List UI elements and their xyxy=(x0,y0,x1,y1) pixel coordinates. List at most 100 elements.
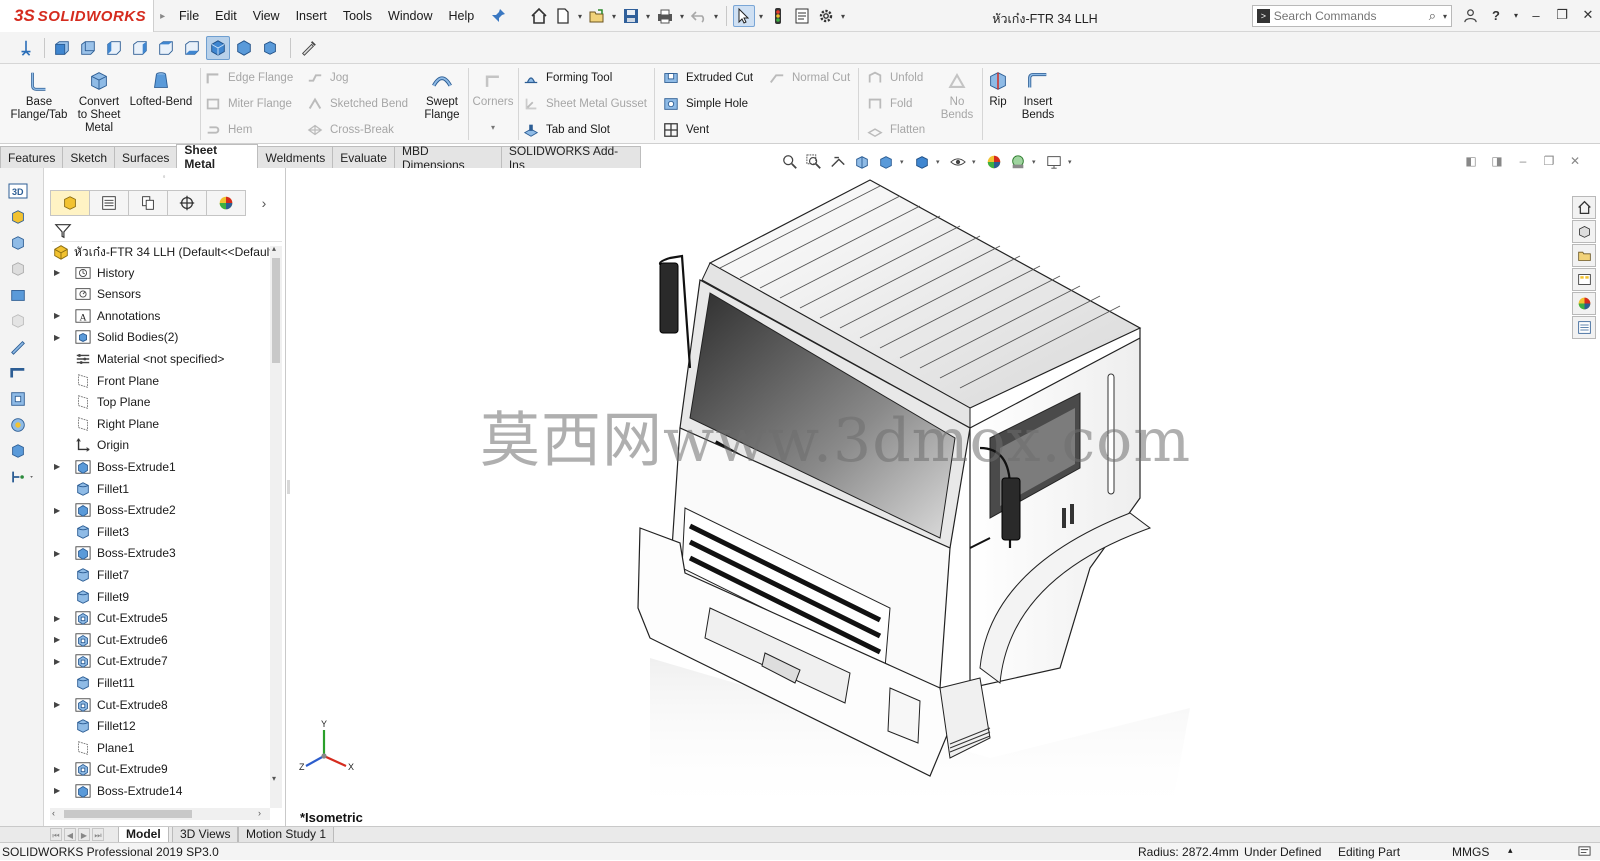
flatten-button[interactable]: Flatten xyxy=(866,120,925,140)
tab-3d-views[interactable]: 3D Views xyxy=(172,827,239,843)
view-selector-icon[interactable] xyxy=(296,36,320,60)
part-icon[interactable] xyxy=(6,232,30,254)
truck-cab-model[interactable] xyxy=(290,168,1600,826)
3d-icon[interactable]: 3D xyxy=(6,180,30,202)
configuration-manager-tab-icon[interactable] xyxy=(128,190,168,216)
swept-flange-button[interactable]: Swept Flange xyxy=(418,68,466,122)
menu-edit[interactable]: Edit xyxy=(208,5,244,27)
display-style-icon[interactable] xyxy=(912,152,932,172)
tree-item-top-plane[interactable]: Top Plane xyxy=(52,392,274,413)
print-icon[interactable] xyxy=(654,5,676,27)
tab-model[interactable]: Model xyxy=(118,827,169,843)
sketched-bend-button[interactable]: Sketched Bend xyxy=(306,94,408,114)
lofted-bend-button[interactable]: Lofted-Bend xyxy=(128,68,194,109)
tree-item-annotations[interactable]: ▶ A Annotations xyxy=(52,305,274,326)
last-tab-icon[interactable]: ⏭ xyxy=(92,828,104,841)
open-folder-icon[interactable] xyxy=(586,5,608,27)
expand-arrow-icon[interactable]: ▶ xyxy=(54,268,64,277)
new-document-icon[interactable] xyxy=(552,5,574,27)
tab-weldments[interactable]: Weldments xyxy=(257,146,334,168)
doc-close-icon[interactable]: ✕ xyxy=(1566,152,1584,170)
display-manager-tab-icon[interactable] xyxy=(206,190,246,216)
apply-scene-dropdown-icon[interactable]: ▾ xyxy=(1032,158,1040,166)
minimize-icon[interactable]: – xyxy=(1526,4,1546,26)
expand-arrow-icon[interactable]: ▶ xyxy=(54,700,64,709)
vent-button[interactable]: Vent xyxy=(662,120,709,140)
more-tools-icon[interactable] xyxy=(6,466,40,488)
previous-view-icon[interactable] xyxy=(828,152,848,172)
panel-collapse-handle[interactable]: ◦ xyxy=(158,172,170,182)
weldment-icon[interactable] xyxy=(6,388,30,410)
tree-item-history[interactable]: ▶ History xyxy=(52,262,274,283)
search-icon[interactable]: ⌕ xyxy=(1429,8,1443,24)
tree-item-fillet3[interactable]: Fillet3 xyxy=(52,521,274,542)
previous-tab-icon[interactable]: ◀ xyxy=(64,828,76,841)
hide-show-items-icon[interactable] xyxy=(948,152,968,172)
solidworks-logo[interactable]: 3S SOLIDWORKS ▸ xyxy=(0,0,165,32)
sheet-metal-icon[interactable] xyxy=(6,362,30,384)
next-tab-icon[interactable]: ▶ xyxy=(78,828,90,841)
tab-evaluate[interactable]: Evaluate xyxy=(332,146,395,168)
faded-part-icon[interactable] xyxy=(6,310,30,332)
cross-break-button[interactable]: Cross-Break xyxy=(306,120,394,140)
tree-item-boss-extrude2[interactable]: ▶ Boss-Extrude2 xyxy=(52,500,274,521)
status-help-icon[interactable] xyxy=(1578,845,1591,861)
view-settings-icon[interactable] xyxy=(1044,152,1064,172)
fold-button[interactable]: Fold xyxy=(866,94,912,114)
base-flange-button[interactable]: Base Flange/Tab xyxy=(8,68,70,122)
edge-flange-button[interactable]: Edge Flange xyxy=(204,68,293,88)
search-commands[interactable]: > ⌕ ▾ xyxy=(1252,5,1452,27)
miter-flange-button[interactable]: Miter Flange xyxy=(204,94,292,114)
options-dropdown-icon[interactable]: ▾ xyxy=(839,5,847,27)
zoom-to-fit-icon[interactable] xyxy=(780,152,800,172)
expand-arrow-icon[interactable]: ▶ xyxy=(54,506,64,515)
first-tab-icon[interactable]: ⏮ xyxy=(50,828,62,841)
jog-button[interactable]: Jog xyxy=(306,68,349,88)
tree-item-fillet9[interactable]: Fillet9 xyxy=(52,586,274,607)
dimetric-view-icon[interactable] xyxy=(258,36,282,60)
insert-bends-button[interactable]: Insert Bends xyxy=(1014,68,1062,122)
expand-arrow-icon[interactable]: ▶ xyxy=(54,333,64,342)
tree-hscroll-thumb[interactable] xyxy=(64,810,192,818)
tree-scroll-thumb[interactable] xyxy=(272,258,280,363)
close-icon[interactable]: ✕ xyxy=(1578,4,1598,26)
file-explorer-icon[interactable] xyxy=(1572,244,1596,267)
left-view-icon[interactable] xyxy=(102,36,126,60)
tab-and-slot-button[interactable]: Tab and Slot xyxy=(522,120,610,140)
bottom-view-icon[interactable] xyxy=(180,36,204,60)
tree-item-boss-extrude14[interactable]: ▶ Boss-Extrude14 xyxy=(52,780,274,801)
dynamic-annotation-icon[interactable] xyxy=(876,152,896,172)
doc-minimize-icon[interactable]: – xyxy=(1514,152,1532,170)
home-icon[interactable] xyxy=(528,5,550,27)
property-manager-tab-icon[interactable] xyxy=(89,190,129,216)
top-view-icon[interactable] xyxy=(154,36,178,60)
tree-item-solid-bodies-2[interactable]: ▶ Solid Bodies(2) xyxy=(52,327,274,348)
pin-menu-icon[interactable] xyxy=(490,8,506,24)
tree-item-cut-extrude6[interactable]: ▶ Cut-Extrude6 xyxy=(52,629,274,650)
select-cursor-icon[interactable] xyxy=(733,5,755,27)
expand-arrow-icon[interactable]: ▶ xyxy=(54,765,64,774)
rebuild-icon[interactable] xyxy=(767,5,789,27)
file-properties-icon[interactable] xyxy=(791,5,813,27)
expand-arrow-icon[interactable]: ▶ xyxy=(54,657,64,666)
unit-system[interactable]: MMGS xyxy=(1452,845,1489,859)
back-view-icon[interactable] xyxy=(76,36,100,60)
tree-item-boss-extrude1[interactable]: ▶ Boss-Extrude1 xyxy=(52,456,274,477)
restore-icon[interactable]: ❐ xyxy=(1552,4,1572,26)
open-dropdown-icon[interactable]: ▾ xyxy=(610,5,618,27)
normal-to-icon[interactable] xyxy=(14,36,38,60)
edit-appearance-icon[interactable] xyxy=(984,152,1004,172)
appearances-icon[interactable] xyxy=(1572,292,1596,315)
tree-item-material-not-specified[interactable]: Material <not specified> xyxy=(52,348,274,369)
tree-item-origin[interactable]: Origin xyxy=(52,435,274,456)
hide-show-dropdown-icon[interactable]: ▾ xyxy=(972,158,980,166)
expand-arrow-icon[interactable]: ▶ xyxy=(54,311,64,320)
scroll-right-icon[interactable]: › xyxy=(258,808,261,818)
front-view-icon[interactable] xyxy=(50,36,74,60)
options-gear-icon[interactable] xyxy=(815,5,837,27)
select-dropdown-icon[interactable]: ▾ xyxy=(757,5,765,27)
tree-root[interactable]: หัวเก๋ง-FTR 34 LLH (Default<<Default> xyxy=(52,242,274,262)
tree-item-cut-extrude5[interactable]: ▶ Cut-Extrude5 xyxy=(52,608,274,629)
menu-help[interactable]: Help xyxy=(442,5,482,27)
tree-item-boss-extrude3[interactable]: ▶ Boss-Extrude3 xyxy=(52,543,274,564)
